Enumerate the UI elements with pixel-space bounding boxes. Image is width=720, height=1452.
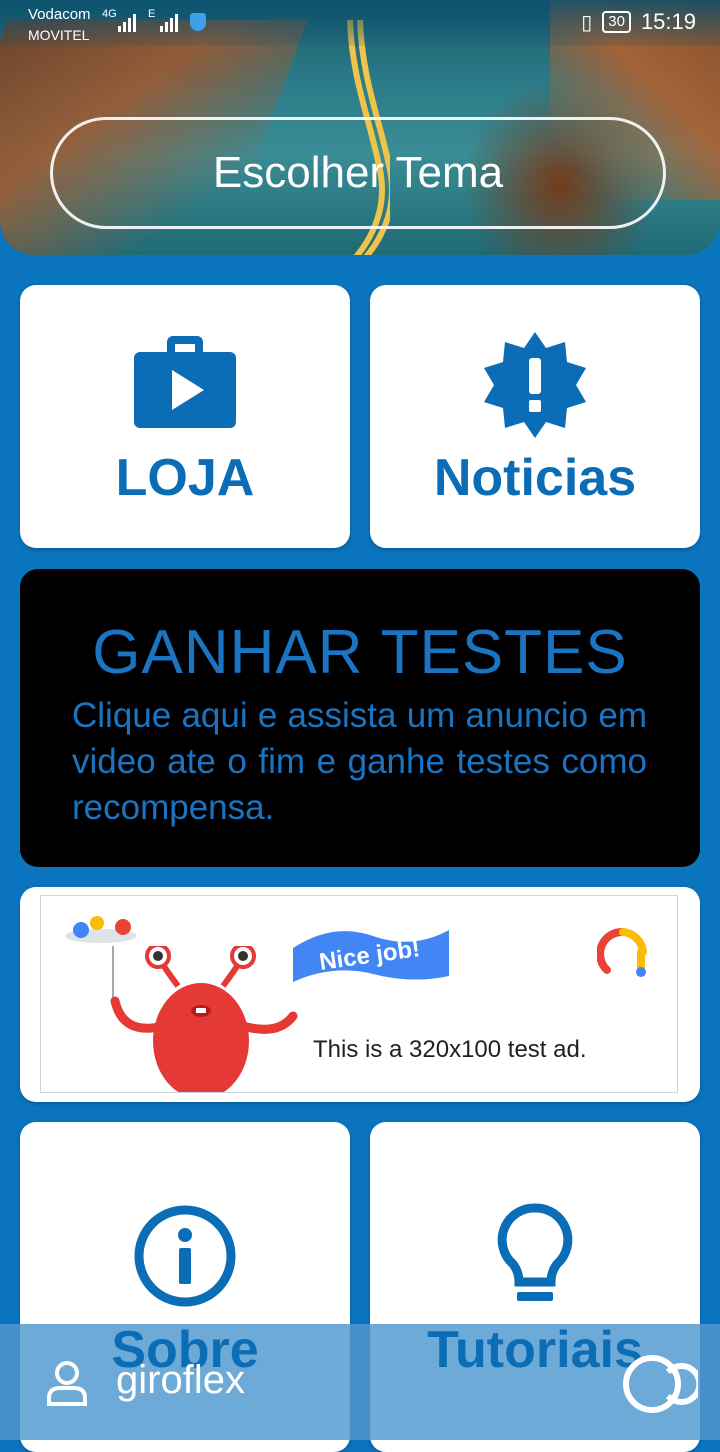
network-type-2: E [148,8,156,20]
earn-tests-banner[interactable]: GANHAR TESTES Clique aqui e assista um a… [20,569,700,867]
user-name[interactable]: giroflex [116,1358,245,1403]
ad-card[interactable]: Nice job! This is a 320x100 test ad. [20,887,700,1102]
news-card[interactable]: Noticias [370,285,700,548]
store-card[interactable]: LOJA [20,285,350,548]
store-bag-icon [134,336,236,428]
vibrate-icon: ▯ [581,11,593,34]
signal-icon [118,12,136,32]
choose-theme-button[interactable]: Escolher Tema [50,117,666,229]
bubbles-illustration [65,916,137,943]
user-icon[interactable] [46,1360,88,1406]
info-icon [134,1205,236,1307]
clock: 15:19 [640,9,696,34]
carrier-secondary: MOVITEL [28,27,90,43]
promo-text: Clique aqui e assista um anuncio em vide… [72,696,647,827]
header-banner: Vodacom MOVITEL 4G E ▯ 30 15:19 Escolher… [0,0,720,255]
store-label: LOJA [115,449,255,507]
google-ads-logo-icon [597,928,647,977]
sync-loop-icon[interactable] [622,1352,698,1416]
ad-body-text: This is a 320x100 test ad. [313,1036,587,1063]
promo-title: GANHAR TESTES [92,618,628,687]
status-bar: Vodacom MOVITEL 4G E ▯ 30 15:19 [0,0,720,46]
battery-indicator: 30 [602,11,631,33]
carrier-primary: Vodacom [28,6,91,23]
monster-mascot-icon [110,946,298,1092]
signal-icon-2 [160,12,178,32]
test-ad-banner[interactable]: Nice job! This is a 320x100 test ad. [40,895,678,1093]
news-alert-icon [484,332,586,438]
lightbulb-icon [497,1203,573,1301]
news-label: Noticias [433,449,637,507]
network-type-1: 4G [102,8,117,20]
vpn-shield-icon [190,13,206,31]
